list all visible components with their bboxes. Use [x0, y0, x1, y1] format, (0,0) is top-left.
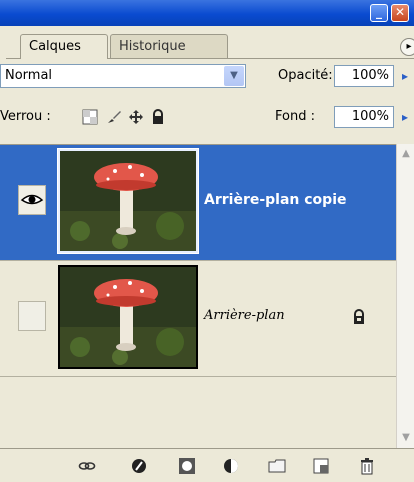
folder-icon[interactable] — [268, 457, 286, 475]
lock-move-icon[interactable] — [128, 109, 144, 125]
opacity-label: Opacité: — [278, 68, 333, 83]
scroll-down-icon[interactable]: ▼ — [398, 430, 414, 446]
panel-menu-button[interactable]: ▸ — [400, 38, 414, 56]
layer-thumbnail — [58, 265, 198, 369]
title-bar: _ ✕ — [0, 0, 414, 26]
layer-row[interactable]: Arrière-plan copie — [0, 145, 396, 261]
tab-historique[interactable]: Historique — [110, 34, 228, 58]
layers-scrollbar[interactable]: ▲ ▼ — [396, 144, 414, 448]
lock-brush-icon[interactable] — [106, 109, 122, 125]
visibility-toggle[interactable] — [18, 301, 46, 331]
layers-toolbar — [0, 448, 414, 482]
fill-input[interactable]: 100% — [334, 106, 394, 128]
layers-list: Arrière-plan copie Arrière-plan — [0, 144, 396, 449]
adjustment-layer-icon[interactable] — [222, 457, 240, 475]
fill-slider-arrow-icon[interactable]: ▸ — [396, 106, 414, 128]
blend-mode-value: Normal — [5, 68, 53, 83]
panel-tabs: Calques Historique ▸ — [6, 26, 414, 59]
lock-icon — [354, 309, 364, 324]
trash-icon[interactable] — [358, 457, 376, 475]
scroll-up-icon[interactable]: ▲ — [398, 146, 414, 162]
close-button[interactable]: ✕ — [391, 4, 409, 22]
opacity-input[interactable]: 100% — [334, 65, 394, 87]
blend-opacity-row: Normal ▼ Opacité: 100% ▸ — [0, 64, 414, 90]
chevron-down-icon[interactable]: ▼ — [224, 66, 244, 86]
layer-thumbnail — [57, 148, 199, 254]
new-layer-icon[interactable] — [312, 457, 330, 475]
eye-icon — [20, 194, 44, 205]
minimize-button[interactable]: _ — [370, 4, 388, 22]
layer-name[interactable]: Arrière-plan — [204, 308, 285, 323]
link-icon[interactable] — [78, 457, 96, 475]
layer-style-icon[interactable] — [130, 457, 148, 475]
tab-calques[interactable]: Calques — [20, 34, 108, 59]
opacity-slider-arrow-icon[interactable]: ▸ — [396, 65, 414, 87]
visibility-toggle[interactable] — [18, 185, 46, 215]
mushroom-thumbnail-image — [60, 151, 196, 251]
mask-icon[interactable] — [178, 457, 196, 475]
blend-mode-select[interactable]: Normal ▼ — [0, 64, 246, 88]
lock-label: Verrou : — [0, 109, 51, 124]
lock-fill-row: Verrou : Fond : 100% ▸ — [0, 105, 414, 131]
layer-name[interactable]: Arrière-plan copie — [204, 192, 347, 208]
mushroom-thumbnail-image — [60, 267, 196, 367]
fill-label: Fond : — [275, 109, 315, 124]
lock-all-icon[interactable] — [150, 109, 166, 125]
layer-row[interactable]: Arrière-plan — [0, 261, 396, 377]
lock-transparency-icon[interactable] — [82, 109, 98, 125]
